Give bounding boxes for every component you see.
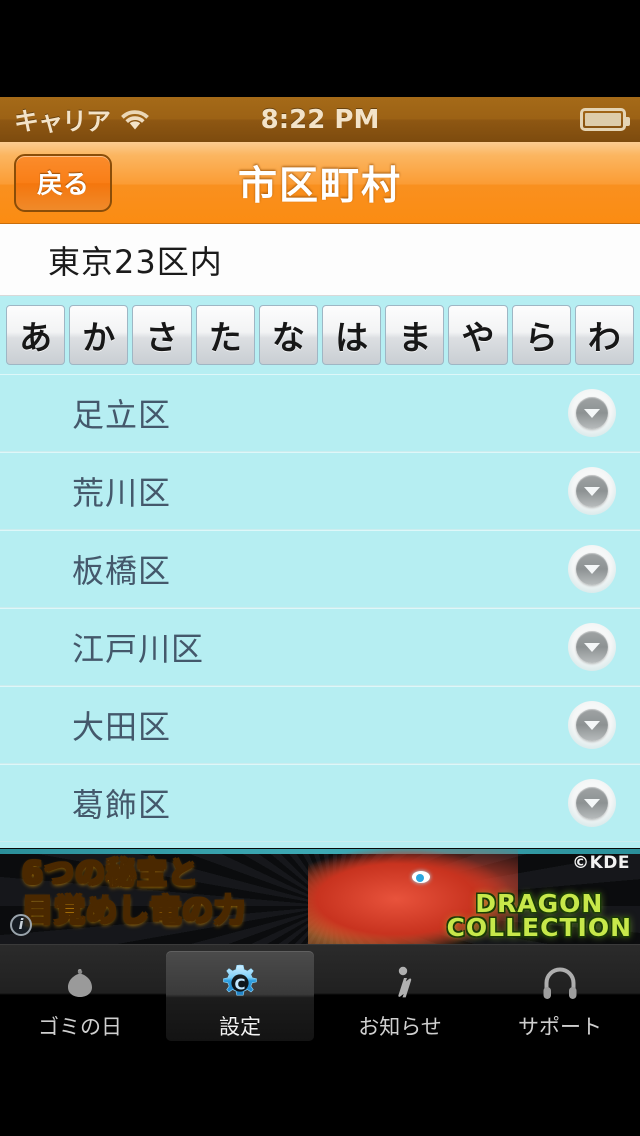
headset-icon xyxy=(534,957,586,1009)
wifi-icon xyxy=(120,107,150,133)
kana-button-ka[interactable]: か xyxy=(69,305,129,365)
chevron-down-circle-icon[interactable] xyxy=(568,466,616,515)
ad-brand-title: DRAGON COLLECTION xyxy=(446,889,632,942)
app-viewport: キャリア 8:22 PM 戻る 市区町村 東京23区内 あ か さ た な は … xyxy=(0,97,640,1045)
list-item-label: 葛飾区 xyxy=(72,785,172,824)
list-item-label: 板橋区 xyxy=(72,551,172,590)
info-icon xyxy=(374,957,426,1009)
dragon-artwork xyxy=(308,849,518,944)
tab-bar: ゴミの日 C 設定 お知らせ サポート xyxy=(0,944,640,1045)
kana-index-bar: あ か さ た な は ま や ら わ xyxy=(0,296,640,374)
trash-bag-icon xyxy=(54,957,106,1009)
svg-text:C: C xyxy=(234,976,245,994)
table-row[interactable]: 江戸川区 xyxy=(0,608,640,686)
ad-brand-line2: COLLECTION xyxy=(446,913,632,942)
tab-label: サポート xyxy=(518,1015,602,1039)
back-button[interactable]: 戻る xyxy=(14,153,112,212)
kana-button-na[interactable]: な xyxy=(258,305,319,365)
chevron-down-circle-icon[interactable] xyxy=(568,622,616,671)
kana-button-a[interactable]: あ xyxy=(6,305,66,365)
status-bar: キャリア 8:22 PM xyxy=(0,97,640,142)
kana-button-ma[interactable]: ま xyxy=(385,305,445,365)
kana-button-ha[interactable]: は xyxy=(322,305,382,365)
chevron-down-circle-icon[interactable] xyxy=(568,544,616,593)
tab-label: お知らせ xyxy=(358,1015,442,1039)
table-row[interactable]: 足立区 xyxy=(0,374,640,452)
kana-button-wa[interactable]: わ xyxy=(574,305,635,365)
list-item-label: 大田区 xyxy=(72,707,172,746)
tab-gomi-no-hi[interactable]: ゴミの日 xyxy=(6,951,154,1041)
carrier-label: キャリア xyxy=(14,106,111,136)
list-item-label: 江戸川区 xyxy=(72,629,205,668)
ad-headline-line2: 目覚めし竜の力 xyxy=(22,892,246,929)
table-row[interactable]: 葛飾区 xyxy=(0,764,640,842)
kana-button-ra[interactable]: ら xyxy=(511,305,571,365)
kana-button-sa[interactable]: さ xyxy=(132,305,192,365)
kana-button-ya[interactable]: や xyxy=(448,305,508,365)
gear-icon: C xyxy=(214,957,266,1009)
battery-icon xyxy=(580,108,630,131)
navigation-bar: 戻る 市区町村 xyxy=(0,142,640,224)
tab-label: 設定 xyxy=(219,1015,261,1039)
tab-label: ゴミの日 xyxy=(38,1015,122,1039)
list-item-label: 足立区 xyxy=(72,395,172,434)
advertisement-banner[interactable]: 6つの秘宝と 目覚めし竜の力 DRAGON COLLECTION ©KDE i xyxy=(0,848,640,944)
chevron-down-circle-icon[interactable] xyxy=(568,778,616,827)
tab-notifications[interactable]: お知らせ xyxy=(326,951,474,1041)
table-row[interactable]: 板橋区 xyxy=(0,530,640,608)
chevron-down-circle-icon[interactable] xyxy=(568,388,616,437)
region-header-label: 東京23区内 xyxy=(48,242,223,281)
status-right-group xyxy=(580,108,630,131)
ad-headline: 6つの秘宝と 目覚めし竜の力 xyxy=(22,856,382,930)
table-row[interactable]: 大田区 xyxy=(0,686,640,764)
chevron-down-circle-icon[interactable] xyxy=(568,700,616,749)
tab-support[interactable]: サポート xyxy=(486,951,634,1041)
ad-copyright: ©KDE xyxy=(572,853,630,873)
tab-settings[interactable]: C 設定 xyxy=(166,951,314,1041)
kana-button-ta[interactable]: た xyxy=(195,305,255,365)
region-header: 東京23区内 xyxy=(0,224,640,296)
ad-info-icon[interactable]: i xyxy=(10,914,32,936)
ad-top-strip xyxy=(0,849,640,854)
phone-screenshot: キャリア 8:22 PM 戻る 市区町村 東京23区内 あ か さ た な は … xyxy=(0,0,640,1136)
list-item-label: 荒川区 xyxy=(72,473,172,512)
table-row[interactable]: 荒川区 xyxy=(0,452,640,530)
ad-brand-line1: DRAGON xyxy=(475,889,604,918)
ward-list: 足立区 荒川区 板橋区 江戸川区 大田区 葛飾区 xyxy=(0,374,640,848)
ad-headline-line1: 6つの秘宝と xyxy=(22,856,199,891)
